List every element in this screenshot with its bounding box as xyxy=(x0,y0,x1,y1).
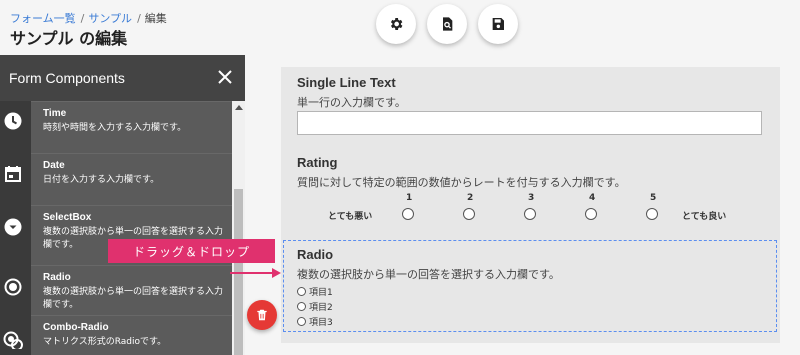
radio-option-label: 項目2 xyxy=(309,303,333,313)
trash-icon xyxy=(257,309,267,321)
component-description: 時刻や時間を入力する入力欄です。 xyxy=(43,123,187,133)
component-description: 複数の選択肢から単一の回答を選択する入力欄です。 xyxy=(43,287,224,310)
sidebar-title: Form Components xyxy=(9,70,125,86)
calendar-icon xyxy=(5,166,21,182)
radio-field-drop-zone[interactable]: Radio 複数の選択肢から単一の回答を選択する入力欄です。 項目1 項目2 項… xyxy=(283,240,777,332)
single-line-input[interactable] xyxy=(297,111,762,135)
component-name: Combo-Radio xyxy=(43,322,109,333)
rating-scale-number: 5 xyxy=(650,193,657,203)
save-icon xyxy=(492,18,504,30)
close-icon[interactable] xyxy=(215,67,235,87)
single-line-title: Single Line Text xyxy=(297,75,396,90)
radio-option[interactable]: 項目1 xyxy=(297,285,333,298)
form-components-sidebar: Form Components Time 時刻や時間を入力する入力欄です。 Da… xyxy=(0,55,245,355)
preview-button[interactable] xyxy=(427,4,467,44)
radio-icon xyxy=(4,278,22,296)
page-title: サンプル の編集 xyxy=(10,29,128,48)
rating-radio[interactable] xyxy=(524,208,536,220)
component-list: Time 時刻や時間を入力する入力欄です。 Date 日付を入力する入力欄です。… xyxy=(0,101,245,355)
radio-option-label: 項目1 xyxy=(309,288,333,298)
component-item-radio[interactable]: Radio 複数の選択肢から単一の回答を選択する入力欄です。 xyxy=(31,265,232,315)
component-description: 日付を入力する入力欄です。 xyxy=(43,175,160,185)
breadcrumb-link-sample[interactable]: サンプル xyxy=(88,12,132,25)
radio-option-label: 項目3 xyxy=(309,318,333,328)
component-item-time[interactable]: Time 時刻や時間を入力する入力欄です。 xyxy=(31,101,232,153)
delete-button[interactable] xyxy=(247,300,277,330)
single-line-description: 単一行の入力欄です。 xyxy=(297,96,406,109)
rating-radio[interactable] xyxy=(646,208,658,220)
breadcrumb: フォーム一覧 / サンプル / 編集 xyxy=(10,10,167,26)
rating-radio[interactable] xyxy=(402,208,414,220)
component-name: Time xyxy=(43,108,67,119)
arrow-right-icon xyxy=(230,268,281,278)
rating-scale-number: 2 xyxy=(467,193,474,203)
radio-button[interactable] xyxy=(297,287,306,296)
radio-button[interactable] xyxy=(297,317,306,326)
radio-option[interactable]: 項目3 xyxy=(297,315,333,328)
rating-scale-number: 4 xyxy=(589,193,596,203)
preview-icon xyxy=(443,17,453,31)
combo-radio-icon xyxy=(3,331,23,349)
sidebar-header: Form Components xyxy=(0,55,245,101)
component-icon-column xyxy=(0,101,31,355)
rating-scale-number: 1 xyxy=(406,193,413,203)
rating-low-label: とても悪い xyxy=(328,212,373,222)
rating-scale-number: 3 xyxy=(528,193,535,203)
rating-radio[interactable] xyxy=(463,208,475,220)
clock-icon xyxy=(4,112,22,130)
form-canvas: Single Line Text 単一行の入力欄です。 Rating 質問に対し… xyxy=(281,67,780,343)
breadcrumb-link-form-list[interactable]: フォーム一覧 xyxy=(10,12,76,25)
dropdown-icon xyxy=(4,218,22,236)
component-item-combo-radio[interactable]: Combo-Radio マトリクス形式のRadioです。 xyxy=(31,315,232,355)
radio-option[interactable]: 項目2 xyxy=(297,300,333,313)
breadcrumb-separator: / xyxy=(137,12,141,25)
rating-description: 質問に対して特定の範囲の数値からレートを付与する入力欄です。 xyxy=(297,176,626,189)
rating-title: Rating xyxy=(297,155,338,170)
breadcrumb-current: 編集 xyxy=(144,12,167,25)
settings-button[interactable] xyxy=(376,4,416,44)
component-description: マトリクス形式のRadioです。 xyxy=(43,337,167,347)
gear-icon xyxy=(390,18,403,30)
save-button[interactable] xyxy=(478,4,518,44)
component-item-date[interactable]: Date 日付を入力する入力欄です。 xyxy=(31,153,232,205)
component-name: Radio xyxy=(43,272,71,283)
sidebar-scrollbar[interactable] xyxy=(232,101,245,355)
breadcrumb-separator: / xyxy=(80,12,85,25)
radio-title: Radio xyxy=(297,247,334,262)
rating-radio[interactable] xyxy=(585,208,597,220)
component-name: Date xyxy=(43,160,65,171)
component-name: SelectBox xyxy=(43,212,92,223)
radio-button[interactable] xyxy=(297,302,306,311)
drag-drop-hint: ドラッグ＆ドロップ xyxy=(108,239,275,263)
scroll-up-arrow-icon[interactable] xyxy=(235,105,243,110)
rating-high-label: とても良い xyxy=(682,212,727,222)
radio-description: 複数の選択肢から単一の回答を選択する入力欄です。 xyxy=(297,268,560,281)
